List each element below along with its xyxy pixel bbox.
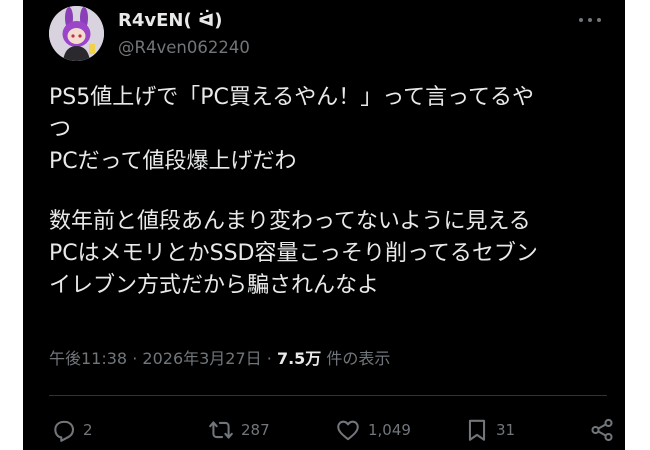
post-card: R4vEN( ᐛ) @R4ven062240 PS5値上げで「PC買えるやん！」… bbox=[23, 0, 625, 450]
bookmark-count: 31 bbox=[496, 421, 516, 439]
tweet-line: PS5値上げで「PC買えるやん！」って言ってるや bbox=[49, 85, 534, 110]
tweet-line: つ bbox=[49, 117, 72, 142]
display-name[interactable]: R4vEN( ᐛ) bbox=[118, 10, 222, 31]
like-count: 1,049 bbox=[368, 421, 411, 439]
like-button[interactable]: 1,049 bbox=[334, 412, 411, 448]
share-button[interactable] bbox=[589, 412, 615, 448]
divider bbox=[49, 395, 607, 396]
tweet-line: PCはメモリとかSSD容量こっそり削ってるセブン bbox=[49, 241, 538, 266]
views-label: 件の表示 bbox=[326, 349, 391, 368]
repost-icon bbox=[209, 421, 233, 439]
reply-icon bbox=[54, 420, 75, 442]
views-count[interactable]: 7.5万 bbox=[277, 349, 321, 368]
post-time[interactable]: 午後11:38 bbox=[49, 349, 127, 368]
heart-icon bbox=[337, 420, 359, 441]
repost-button[interactable]: 287 bbox=[207, 412, 270, 448]
more-horizontal-icon[interactable] bbox=[575, 10, 605, 30]
tweet-line: PCだって値段爆上げだわ bbox=[49, 149, 297, 174]
tweet-line: イレブン方式だから騙されんなよ bbox=[49, 273, 380, 298]
meta-separator: · bbox=[266, 349, 272, 368]
action-bar: 2 287 1,049 31 bbox=[49, 412, 619, 448]
tweet-line: 数年前と値段あんまり変わってないように見える bbox=[49, 209, 531, 234]
user-handle[interactable]: @R4ven062240 bbox=[118, 38, 250, 57]
post-meta: 午後11:38 · 2026年3月27日 · 7.5万 件の表示 bbox=[49, 345, 390, 369]
avatar[interactable] bbox=[49, 6, 104, 61]
more-dot bbox=[579, 18, 583, 22]
repost-count: 287 bbox=[241, 421, 270, 439]
meta-separator: · bbox=[132, 349, 138, 368]
share-icon bbox=[591, 418, 613, 442]
bookmark-icon bbox=[468, 419, 486, 441]
tweet-text: PS5値上げで「PC買えるやん！」って言ってるや つ PCだって値段爆上げだわ … bbox=[49, 82, 609, 302]
reply-count: 2 bbox=[83, 421, 93, 439]
more-dot bbox=[597, 18, 601, 22]
bookmark-button[interactable]: 31 bbox=[464, 412, 515, 448]
reply-button[interactable]: 2 bbox=[51, 412, 93, 448]
post-date[interactable]: 2026年3月27日 bbox=[142, 349, 261, 368]
avatar-image bbox=[49, 6, 104, 61]
more-dot bbox=[588, 18, 592, 22]
